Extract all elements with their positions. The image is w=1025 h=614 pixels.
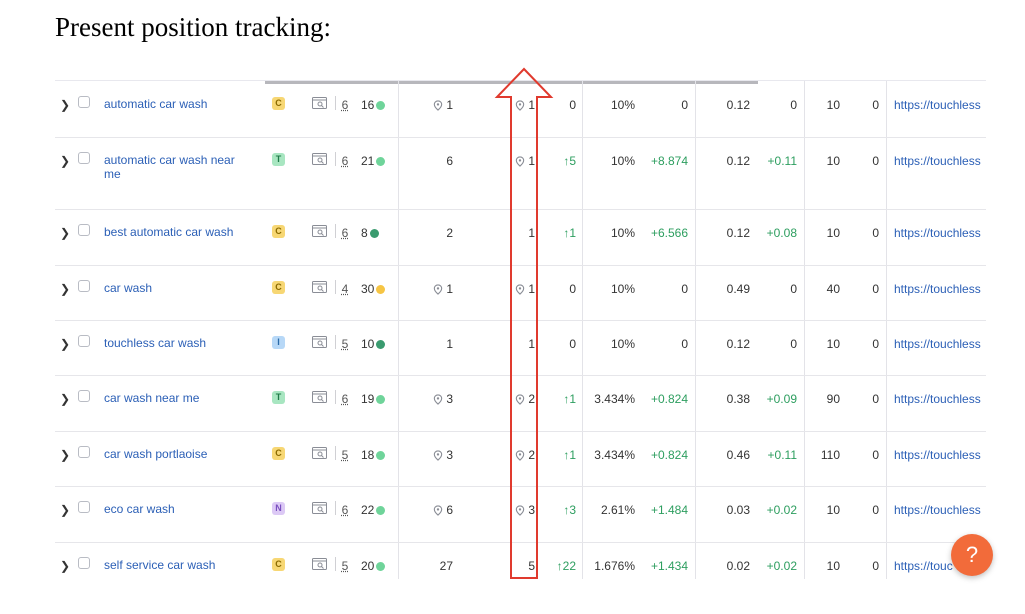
- help-button[interactable]: ?: [951, 534, 993, 576]
- highlight-arrow-annotation: [494, 67, 554, 579]
